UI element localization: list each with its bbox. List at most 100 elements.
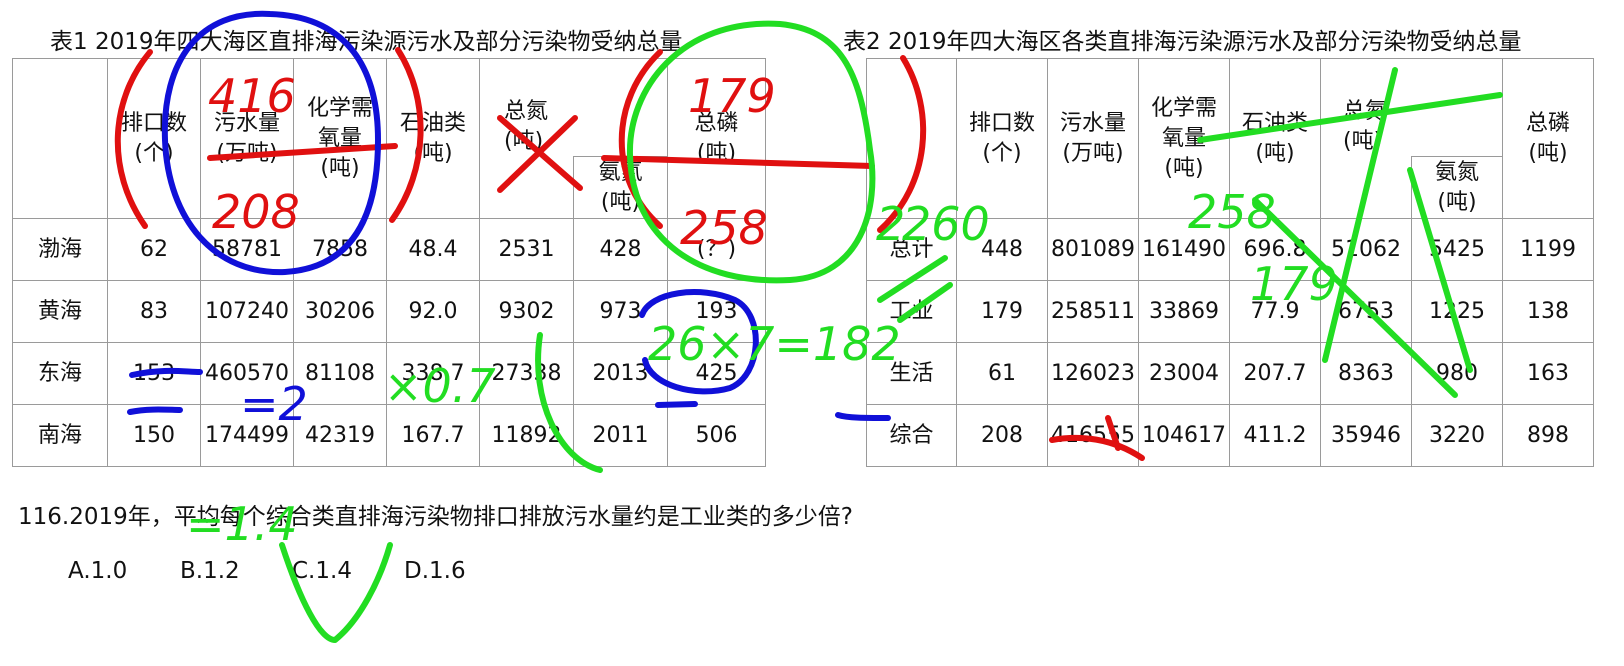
row-label: 黄海 [12,280,108,344]
table1-header-nitrogen: 总氮 (吨) [479,57,668,157]
table-cell: 193 [667,280,766,344]
table1-header-ammonia: 氨氮 (吨) [573,156,668,220]
row-label: 综合 [866,404,957,468]
table-cell: 207.7 [1229,342,1321,406]
row-label: 东海 [12,342,108,406]
table-cell: 1225 [1411,280,1503,344]
table-cell: 150 [107,404,201,468]
table-row: 渤海 62 58781 7858 48.4 2531 428 (？) [12,218,766,282]
table-cell: 92.0 [386,280,480,344]
table-cell: 77.9 [1229,280,1321,344]
table-cell: 448 [956,218,1048,282]
option-b[interactable]: B.1.2 [180,558,292,584]
table-row: 黄海 83 107240 30206 92.0 9302 973 193 [12,280,766,344]
table2-header-ammonia: 氨氮 (吨) [1411,156,1503,220]
table-cell: 153 [107,342,201,406]
table1-header-cod: 化学需 氧量 (吨) [293,57,387,220]
row-label: 渤海 [12,218,108,282]
table-cell: 2013 [573,342,668,406]
row-label: 工业 [866,280,957,344]
table-cell: 506 [667,404,766,468]
table-cell: 35946 [1320,404,1412,468]
question-text: 116.2019年，平均每个综合类直排海污染物排口排放污水量约是工业类的多少倍? [18,504,853,530]
table2-header-oil: 石油类 (吨) [1229,57,1321,220]
table-cell: 33869 [1138,280,1230,344]
table-cell: 696.8 [1229,218,1321,282]
table-cell: 973 [573,280,668,344]
table-cell: 980 [1411,342,1503,406]
table-cell: 428 [573,218,668,282]
table-cell: 163 [1502,342,1594,406]
table-cell: 3220 [1411,404,1503,468]
table-cell: 7858 [293,218,387,282]
table-cell: 425 [667,342,766,406]
table-row: 南海 150 174499 42319 167.7 11892 2011 506 [12,404,766,468]
table-cell: 1199 [1502,218,1594,282]
table-cell: 104617 [1138,404,1230,468]
table-cell: 9302 [479,280,574,344]
table-cell: 208 [956,404,1048,468]
table2: 排口数 (个) 污水量 (万吨) 化学需 氧量 (吨) 石油类 (吨) 总氮 (吨) 总磷(… [866,57,1594,468]
table-cell: 5425 [1411,218,1503,282]
table-cell: 11892 [479,404,574,468]
table-cell: 460570 [200,342,294,406]
table-cell: 107240 [200,280,294,344]
table2-header-phosphorus: 总磷 (吨) [1502,57,1594,220]
table-cell: 48.4 [386,218,480,282]
table-cell: 161490 [1138,218,1230,282]
table-cell: 62 [107,218,201,282]
row-label: 总计 [866,218,957,282]
option-c[interactable]: C.1.4 [292,558,404,584]
table-cell: 411.2 [1229,404,1321,468]
table-cell: 81108 [293,342,387,406]
table-cell: 898 [1502,404,1594,468]
table-cell: 258511 [1047,280,1139,344]
table1-nitrogen-spacer [479,156,574,219]
table-cell: 42319 [293,404,387,468]
table-cell: 23004 [1138,342,1230,406]
row-label: 生活 [866,342,957,406]
table-cell: 51062 [1320,218,1412,282]
table-cell: 126023 [1047,342,1139,406]
table-cell: 30206 [293,280,387,344]
table-cell: 61 [956,342,1048,406]
table-cell: 2011 [573,404,668,468]
row-label: 南海 [12,404,108,468]
table-cell: 179 [956,280,1048,344]
table2-title: 表2 2019年四大海区各类直排海污染源污水及部分污染物受纳总量 [843,29,1522,55]
table2-header-outlets: 排口数 (个) [956,57,1048,220]
table-row: 东海 153 460570 81108 338.7 27338 2013 425 [12,342,766,406]
table-cell: 8363 [1320,342,1412,406]
table-cell: 416555 [1047,404,1139,468]
table-row: 生活 61 126023 23004 207.7 8363 980 163 [866,342,1594,406]
table-cell: 58781 [200,218,294,282]
table-row: 工业 179 258511 33869 77.9 6753 1225 138 [866,280,1594,344]
table1-title: 表1 2019年四大海区直排海污染源污水及部分污染物受纳总量 [50,29,683,55]
table-cell: 2531 [479,218,574,282]
table-cell: 338.7 [386,342,480,406]
table-cell: 83 [107,280,201,344]
table2-header-nitrogen: 总氮 (吨) [1320,57,1503,157]
answer-options: A.1.0 B.1.2 C.1.4 D.1.6 [68,558,466,584]
table2-header-cod: 化学需 氧量 (吨) [1138,57,1230,220]
table1-header-phosphorus: 总磷 (吨) [667,57,766,220]
table1-header-sewage: 污水量 (万吨) [200,57,294,220]
table1-corner-cell [12,57,108,220]
table1-header-oil: 石油类 (吨) [386,57,480,220]
option-d[interactable]: D.1.6 [404,558,466,584]
table-row: 总计 448 801089 161490 696.8 51062 5425 1199 [866,218,1594,282]
table-cell: 174499 [200,404,294,468]
table2-corner-cell [866,57,957,220]
table-cell: 138 [1502,280,1594,344]
table-cell: 801089 [1047,218,1139,282]
table-cell: 27338 [479,342,574,406]
table-cell: 167.7 [386,404,480,468]
table2-header-sewage: 污水量 (万吨) [1047,57,1139,220]
table-row: 综合 208 416555 104617 411.2 35946 3220 898 [866,404,1594,468]
option-a[interactable]: A.1.0 [68,558,180,584]
table2-nitrogen-spacer [1320,156,1412,219]
table-cell: 6753 [1320,280,1412,344]
table-cell: (？) [667,218,766,282]
table1: 排口数 (个) 污水量 (万吨) 化学需 氧量 (吨) 石油类 (吨) 总氮 (吨) 总磷(… [12,57,766,468]
table1-header-outlets: 排口数 (个) [107,57,201,220]
